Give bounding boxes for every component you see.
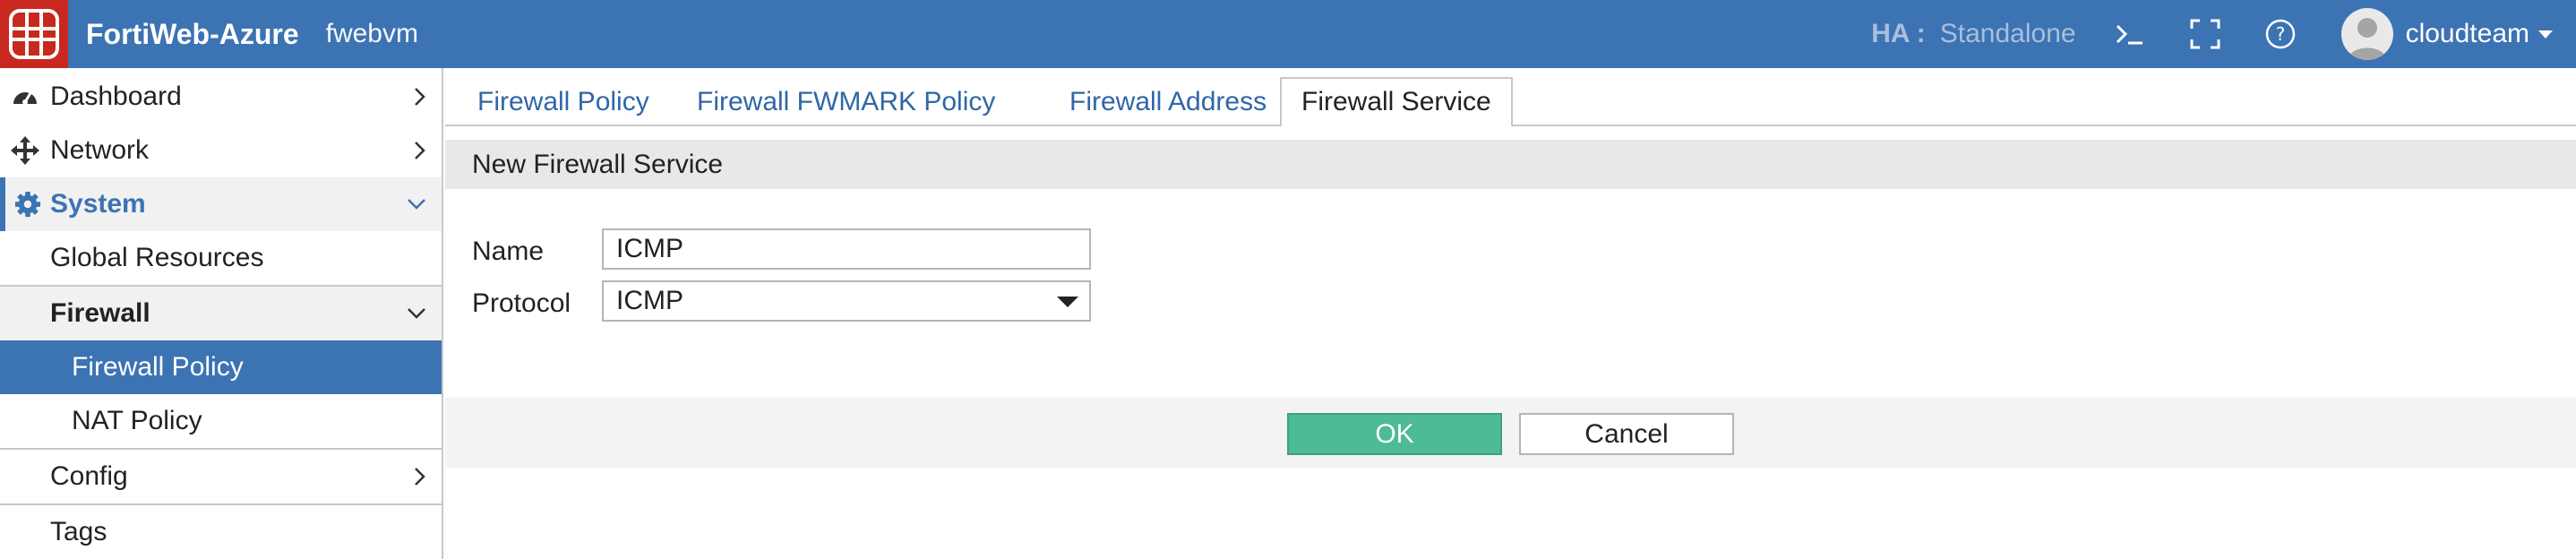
product-name: FortiWeb-Azure	[86, 17, 299, 50]
sidebar-item-tags[interactable]: Tags	[0, 505, 442, 559]
chevron-right-icon	[415, 468, 425, 486]
tab-firewall-service[interactable]: Firewall Service	[1280, 77, 1513, 127]
protocol-selected-value: ICMP	[616, 286, 683, 315]
sidebar-item-system[interactable]: System	[0, 177, 442, 231]
sidebar-item-label: Global Resources	[50, 243, 264, 272]
username: cloudteam	[2405, 19, 2529, 48]
sidebar-item-config[interactable]: Config	[0, 450, 442, 503]
sidebar-item-label: Firewall Policy	[72, 352, 244, 382]
fortinet-logo-icon[interactable]	[0, 0, 68, 68]
name-field[interactable]	[602, 228, 1091, 270]
user-menu[interactable]: cloudteam	[2340, 8, 2553, 60]
sidebar-item-label: NAT Policy	[72, 406, 202, 435]
chevron-right-icon	[415, 88, 425, 106]
chevron-down-icon	[408, 199, 425, 210]
gear-icon	[5, 191, 50, 218]
network-icon	[0, 136, 50, 165]
ha-label: HA :	[1871, 19, 1926, 48]
user-avatar-icon	[2340, 8, 2393, 60]
form-footer: OK Cancel	[445, 398, 2576, 468]
sidebar-item-label: Network	[50, 135, 150, 165]
tab-firewall-address[interactable]: Firewall Address	[1050, 77, 1286, 127]
sidebar-item-global-resources[interactable]: Global Resources	[0, 231, 442, 285]
top-bar: FortiWeb-Azure fwebvm HA : Standalone ?	[0, 0, 2576, 68]
cancel-button[interactable]: Cancel	[1519, 413, 1734, 455]
sidebar-item-network[interactable]: Network	[0, 124, 442, 177]
sidebar-item-label: System	[50, 189, 146, 219]
cli-console-icon[interactable]	[2108, 13, 2151, 56]
sidebar-item-label: Firewall	[50, 298, 150, 328]
chevron-down-icon	[408, 308, 425, 319]
svg-text:?: ?	[2275, 23, 2285, 45]
hostname: fwebvm	[325, 19, 418, 48]
sidebar-item-label: Dashboard	[50, 82, 182, 111]
chevron-right-icon	[415, 142, 425, 159]
protocol-label: Protocol	[472, 288, 571, 318]
dropdown-arrow-icon	[1057, 297, 1078, 307]
sidebar-item-label: Config	[50, 461, 128, 491]
sidebar: Dashboard Network System Global Resource…	[0, 68, 443, 559]
tab-firewall-policy[interactable]: Firewall Policy	[458, 77, 669, 127]
sidebar-item-dashboard[interactable]: Dashboard	[0, 70, 442, 124]
section-title: New Firewall Service	[445, 140, 2576, 189]
protocol-select[interactable]: ICMP	[602, 280, 1091, 322]
sidebar-item-nat-policy[interactable]: NAT Policy	[0, 394, 442, 448]
main-content: Firewall Policy Firewall FWMARK Policy F…	[445, 68, 2576, 559]
fullscreen-icon[interactable]	[2184, 13, 2227, 56]
chevron-down-icon	[2538, 30, 2553, 39]
ha-status: Standalone	[1939, 19, 2076, 48]
name-label: Name	[472, 236, 545, 266]
ok-button[interactable]: OK	[1287, 413, 1502, 455]
sidebar-item-firewall[interactable]: Firewall	[0, 287, 442, 340]
sidebar-item-firewall-policy[interactable]: Firewall Policy	[0, 340, 442, 394]
help-icon[interactable]: ?	[2259, 13, 2302, 56]
tab-firewall-fwmark-policy[interactable]: Firewall FWMARK Policy	[677, 77, 1015, 127]
dashboard-icon	[0, 82, 50, 111]
sidebar-item-label: Tags	[50, 517, 107, 546]
tab-bar: Firewall Policy Firewall FWMARK Policy F…	[445, 68, 2576, 127]
